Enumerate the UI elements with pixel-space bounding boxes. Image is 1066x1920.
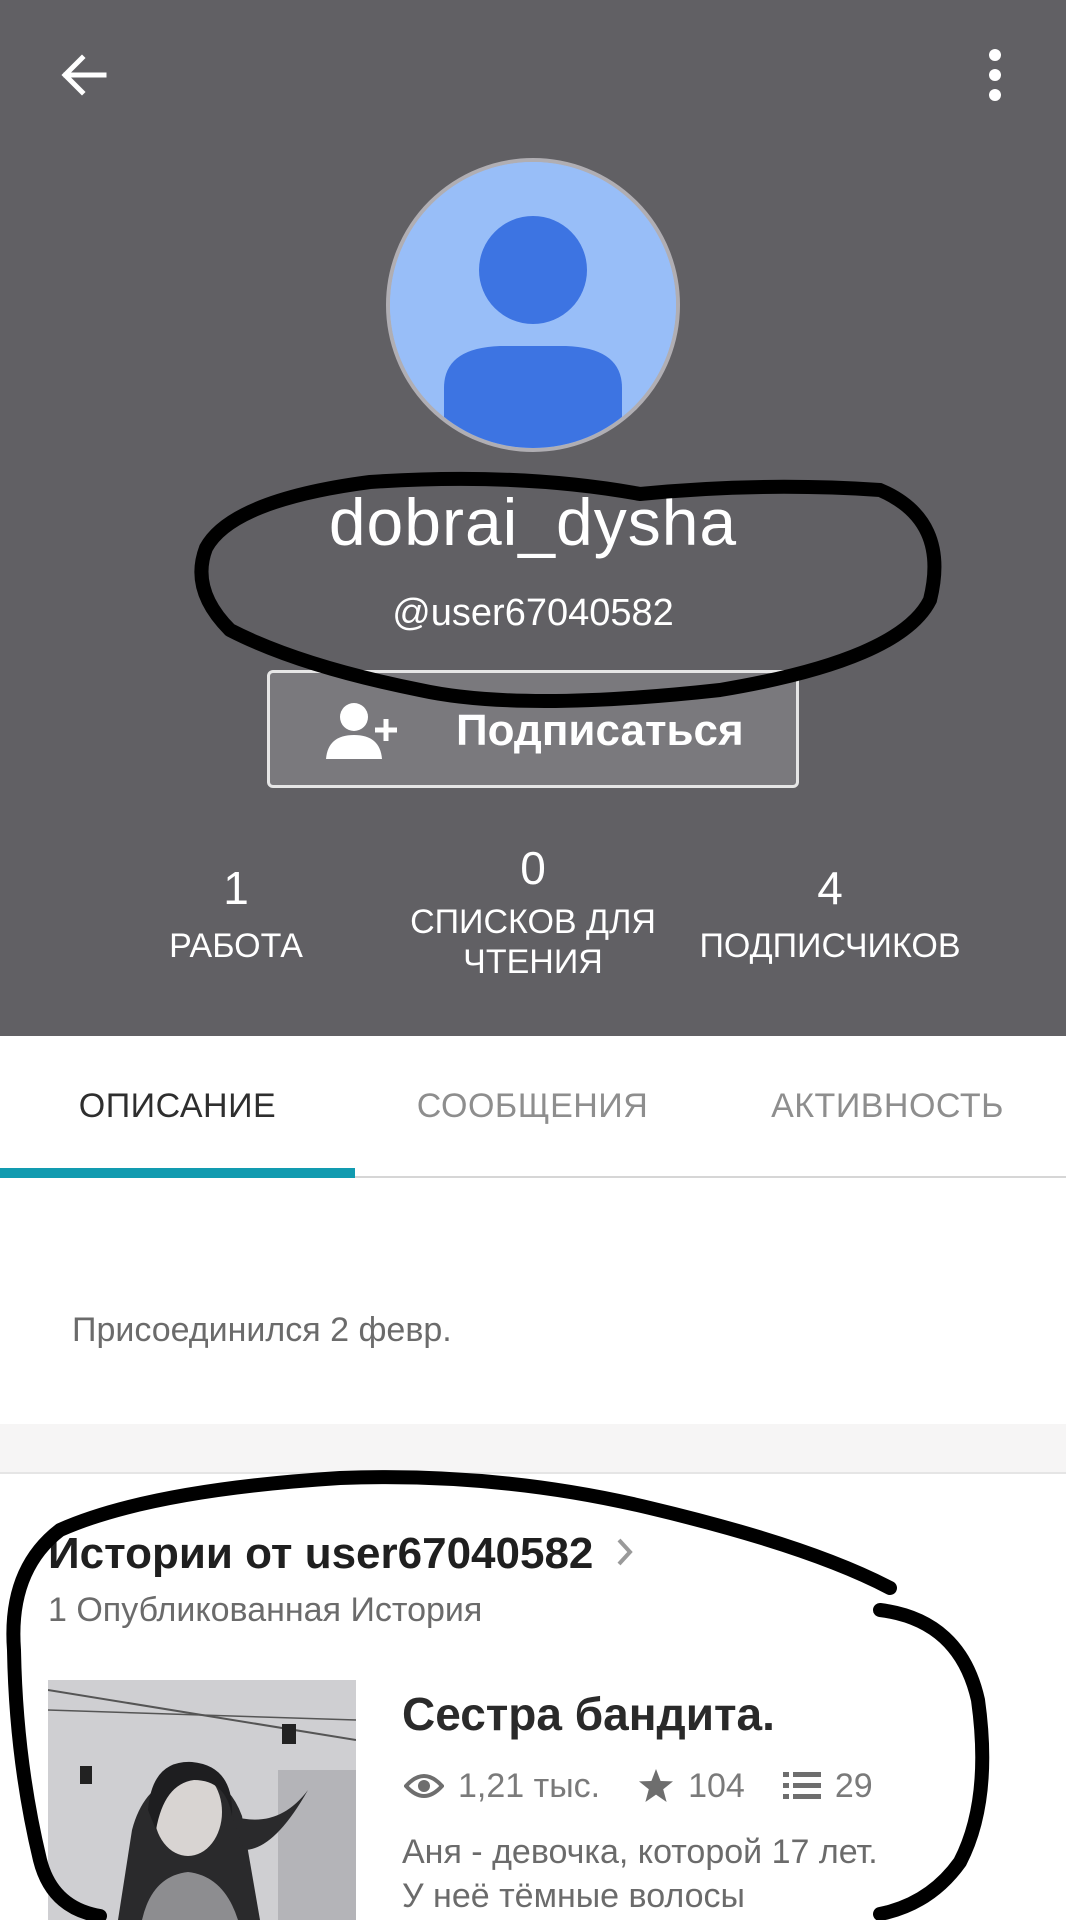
story-title[interactable]: Сестра бандита. xyxy=(402,1686,775,1742)
about-section: Присоединился 2 февр. xyxy=(0,1180,1066,1424)
back-button[interactable] xyxy=(52,44,114,106)
display-name: dobrai_dysha xyxy=(328,485,738,559)
cover-photo xyxy=(48,1680,356,1920)
add-user-icon xyxy=(326,703,397,759)
story-votes-value: 104 xyxy=(688,1766,745,1805)
stat-reading-lists-label-line1: СПИСКОВ ДЛЯ xyxy=(410,903,656,941)
story-stats: 1,21 тыс. 104 29 xyxy=(404,1758,873,1814)
story-reads-value: 1,21 тыс. xyxy=(458,1766,601,1805)
stat-followers-label: ПОДПИСЧИКОВ xyxy=(699,927,961,965)
arrow-left-icon xyxy=(61,54,107,96)
stories-count: 1 Опубликованная История xyxy=(48,1591,483,1629)
story-cover-image[interactable] xyxy=(48,1680,356,1920)
stat-works[interactable]: 1 РАБОТА xyxy=(136,860,336,966)
username-handle: @user67040582 xyxy=(392,592,674,634)
star-icon xyxy=(639,1769,674,1802)
profile-header: dobrai_dysha @user67040582 Подписаться 1… xyxy=(0,0,1066,1036)
avatar[interactable] xyxy=(386,158,680,452)
tab-description[interactable]: ОПИСАНИЕ xyxy=(0,1036,355,1176)
chevron-right-icon xyxy=(615,1526,635,1582)
story-parts: 29 xyxy=(782,1766,873,1806)
overflow-menu-button[interactable] xyxy=(970,44,1020,106)
follow-label: Подписаться xyxy=(456,706,744,755)
story-description: Аня - девочка, которой 17 лет. У неё тём… xyxy=(402,1833,878,1915)
stat-works-value: 1 xyxy=(223,862,249,914)
stat-followers[interactable]: 4 ПОДПИСЧИКОВ xyxy=(680,860,980,966)
stat-reading-lists-label: СПИСКОВ ДЛЯ ЧТЕНИЯ xyxy=(396,902,670,982)
story-votes: 104 xyxy=(638,1767,745,1806)
story-parts-value: 29 xyxy=(834,1766,873,1805)
stat-works-label: РАБОТА xyxy=(169,927,303,965)
active-tab-indicator xyxy=(0,1168,355,1178)
default-avatar-icon xyxy=(390,162,676,448)
joined-date: Присоединился 2 февр. xyxy=(72,1311,452,1349)
stories-heading: Истории от user67040582 xyxy=(48,1529,594,1578)
list-icon xyxy=(782,1772,821,1799)
stat-reading-lists-value: 0 xyxy=(520,842,546,894)
stat-followers-value: 4 xyxy=(817,862,843,914)
stories-section: Истории от user67040582 1 Опубликованная… xyxy=(0,1476,1066,1920)
stat-reading-lists-label-line2: ЧТЕНИЯ xyxy=(463,943,603,981)
profile-tabs: ОПИСАНИЕ СООБЩЕНИЯ АКТИВНОСТЬ xyxy=(0,1036,1066,1178)
section-divider xyxy=(0,1424,1066,1474)
stories-heading-link[interactable]: Истории от user67040582 xyxy=(48,1526,635,1582)
tab-messages[interactable]: СООБЩЕНИЯ xyxy=(355,1036,710,1176)
more-vertical-icon xyxy=(989,49,1001,101)
eye-icon xyxy=(404,1774,444,1798)
stat-reading-lists[interactable]: 0 СПИСКОВ ДЛЯ ЧТЕНИЯ xyxy=(396,840,670,982)
follow-button[interactable]: Подписаться xyxy=(267,670,799,788)
tab-activity[interactable]: АКТИВНОСТЬ xyxy=(710,1036,1065,1176)
story-reads: 1,21 тыс. xyxy=(404,1767,600,1806)
